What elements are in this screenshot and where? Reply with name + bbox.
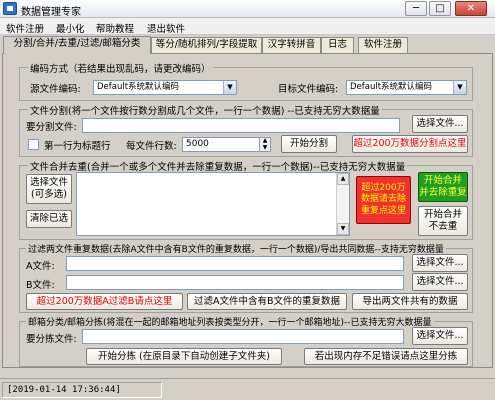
tab-panel: 编码方式（若结果出现乱码，请更改编码） 源文件编码: Default系统默认编码…	[2, 53, 493, 368]
file-a-input[interactable]	[66, 256, 404, 271]
file-a-label: A文件:	[26, 261, 55, 272]
first-row-title-label: 第一行为标题行	[44, 141, 111, 152]
clear-selected-button[interactable]: 清除已选	[26, 210, 72, 228]
merge-legend: 文件合并去重(合并一个或多个文件并去除重复数据，一行一个数据)--已支持无穷大数…	[28, 159, 408, 173]
title-bar: 数据管理专家 ─ □ ✕	[0, 0, 495, 18]
menu-bar: 软件注册 最小化 帮助教程 退出软件	[0, 18, 495, 35]
file-b-label: B文件:	[26, 280, 55, 291]
source-encoding-value: Default系统默认编码	[97, 82, 180, 92]
merge-dedup-button[interactable]: 开始合并 并去除重复	[418, 172, 468, 202]
merge-over-2m-button[interactable]: 超过200万 数据请去除 重复点这里	[356, 176, 411, 224]
chevron-down-icon: ▼	[453, 81, 466, 94]
split-over-2m-button[interactable]: 超过200万数据分割点这里	[352, 135, 468, 153]
start-email-sort-button[interactable]: 开始分拣 (在原目录下自动创建子文件夹)	[86, 348, 282, 365]
email-group: 邮箱分类/邮箱分拣(将混在一起的邮箱地址列表按类型分开，一行一个邮箱地址)--已…	[19, 315, 473, 367]
menu-register[interactable]: 软件注册	[6, 21, 44, 35]
target-encoding-select[interactable]: Default系统默认编码 ▼	[346, 80, 467, 95]
split-group: 文件分割(将一个文件按行数分割成几个文件，一行一个数据) --已支持无穷大数据量…	[19, 103, 473, 157]
merge-group: 文件合并去重(合并一个或多个文件并去除重复数据，一行一个数据)--已支持无穷大数…	[19, 159, 473, 240]
filter-legend: 过滤两文件重复数据(去除A文件中含有B文件的重复数据，一行一个数据)/导出共同数…	[26, 242, 446, 255]
scroll-down-icon[interactable]: ▼	[337, 223, 349, 235]
lines-per-file-label: 每文件行数:	[126, 141, 177, 152]
chevron-down-icon: ▼	[223, 81, 236, 94]
filter-group: 过滤两文件重复数据(去除A文件中含有B文件的重复数据，一行一个数据)/导出共同数…	[19, 242, 473, 313]
split-file-input[interactable]	[82, 118, 400, 133]
email-file-label: 要分拣文件:	[26, 334, 77, 345]
encoding-legend: 编码方式（若结果出现乱码，请更改编码）	[28, 61, 213, 75]
lines-stepper[interactable]: ▲ ▼	[260, 137, 271, 152]
menu-minimize[interactable]: 最小化	[56, 21, 85, 35]
split-select-file-button[interactable]: 选择文件...	[412, 115, 468, 133]
close-button[interactable]: ✕	[455, 1, 487, 16]
filter-over-2m-button[interactable]: 超过200万数据A过滤B请点这里	[26, 293, 183, 310]
merge-list-scrollbar[interactable]: ▲ ▼	[336, 173, 349, 235]
email-select-file-button[interactable]: 选择文件...	[412, 327, 468, 345]
maximize-button[interactable]: □	[429, 1, 451, 16]
status-bar: [2019-01-14 17:36:44]	[0, 378, 495, 400]
email-memory-error-button[interactable]: 若出现内存不足错误请点这里分拣	[304, 348, 468, 365]
source-encoding-select[interactable]: Default系统默认编码 ▼	[93, 80, 237, 95]
target-encoding-label: 目标文件编码:	[278, 84, 339, 95]
scroll-up-icon[interactable]: ▲	[337, 173, 349, 185]
tab-register[interactable]: 软件注册	[358, 37, 408, 53]
email-legend: 邮箱分类/邮箱分拣(将混在一起的邮箱地址列表按类型分开，一行一个邮箱地址)--已…	[26, 315, 434, 328]
tab-split-merge[interactable]: 分割/合并/去重/过滤/邮箱分类	[3, 36, 151, 54]
first-row-title-checkbox[interactable]	[28, 139, 39, 150]
target-encoding-value: Default系统默认编码	[350, 82, 433, 92]
tab-equal-random[interactable]: 等分/随机排列/字段提取	[151, 37, 262, 53]
menu-exit[interactable]: 退出软件	[147, 21, 185, 35]
start-split-button[interactable]: 开始分割	[281, 135, 337, 153]
email-file-input[interactable]	[82, 329, 404, 344]
tab-pinyin[interactable]: 汉字转拼音	[262, 37, 321, 53]
minimize-button[interactable]: ─	[405, 1, 427, 16]
split-legend: 文件分割(将一个文件按行数分割成几个文件，一行一个数据) --已支持无穷大数据量	[28, 103, 382, 117]
tab-bar: 分割/合并/去重/过滤/邮箱分类 等分/随机排列/字段提取 汉字转拼音 日志 软…	[0, 36, 495, 54]
file-b-input[interactable]	[66, 275, 404, 290]
merge-file-list[interactable]: ▲ ▼	[76, 172, 350, 236]
status-timestamp: [2019-01-14 17:36:44]	[2, 382, 162, 398]
app-icon	[3, 2, 17, 15]
split-file-label: 要分割文件:	[26, 122, 77, 133]
filter-a-by-b-button[interactable]: 过滤A文件中含有B文件的重复数据	[187, 293, 347, 310]
source-encoding-label: 源文件编码:	[30, 84, 81, 95]
encoding-group: 编码方式（若结果出现乱码，请更改编码） 源文件编码: Default系统默认编码…	[19, 61, 473, 101]
tab-log[interactable]: 日志	[321, 37, 354, 53]
select-file-a-button[interactable]: 选择文件...	[412, 254, 468, 272]
export-common-button[interactable]: 导出两文件共有的数据	[352, 293, 468, 310]
menu-help[interactable]: 帮助教程	[96, 21, 134, 35]
merge-no-dedup-button[interactable]: 开始合并 不去重	[418, 206, 468, 236]
window-title: 数据管理专家	[21, 7, 81, 18]
lines-per-file-input[interactable]: 5000	[182, 137, 260, 152]
select-file-b-button[interactable]: 选择文件...	[412, 273, 468, 291]
merge-select-files-button[interactable]: 选择文件 (可多选)	[26, 174, 72, 204]
